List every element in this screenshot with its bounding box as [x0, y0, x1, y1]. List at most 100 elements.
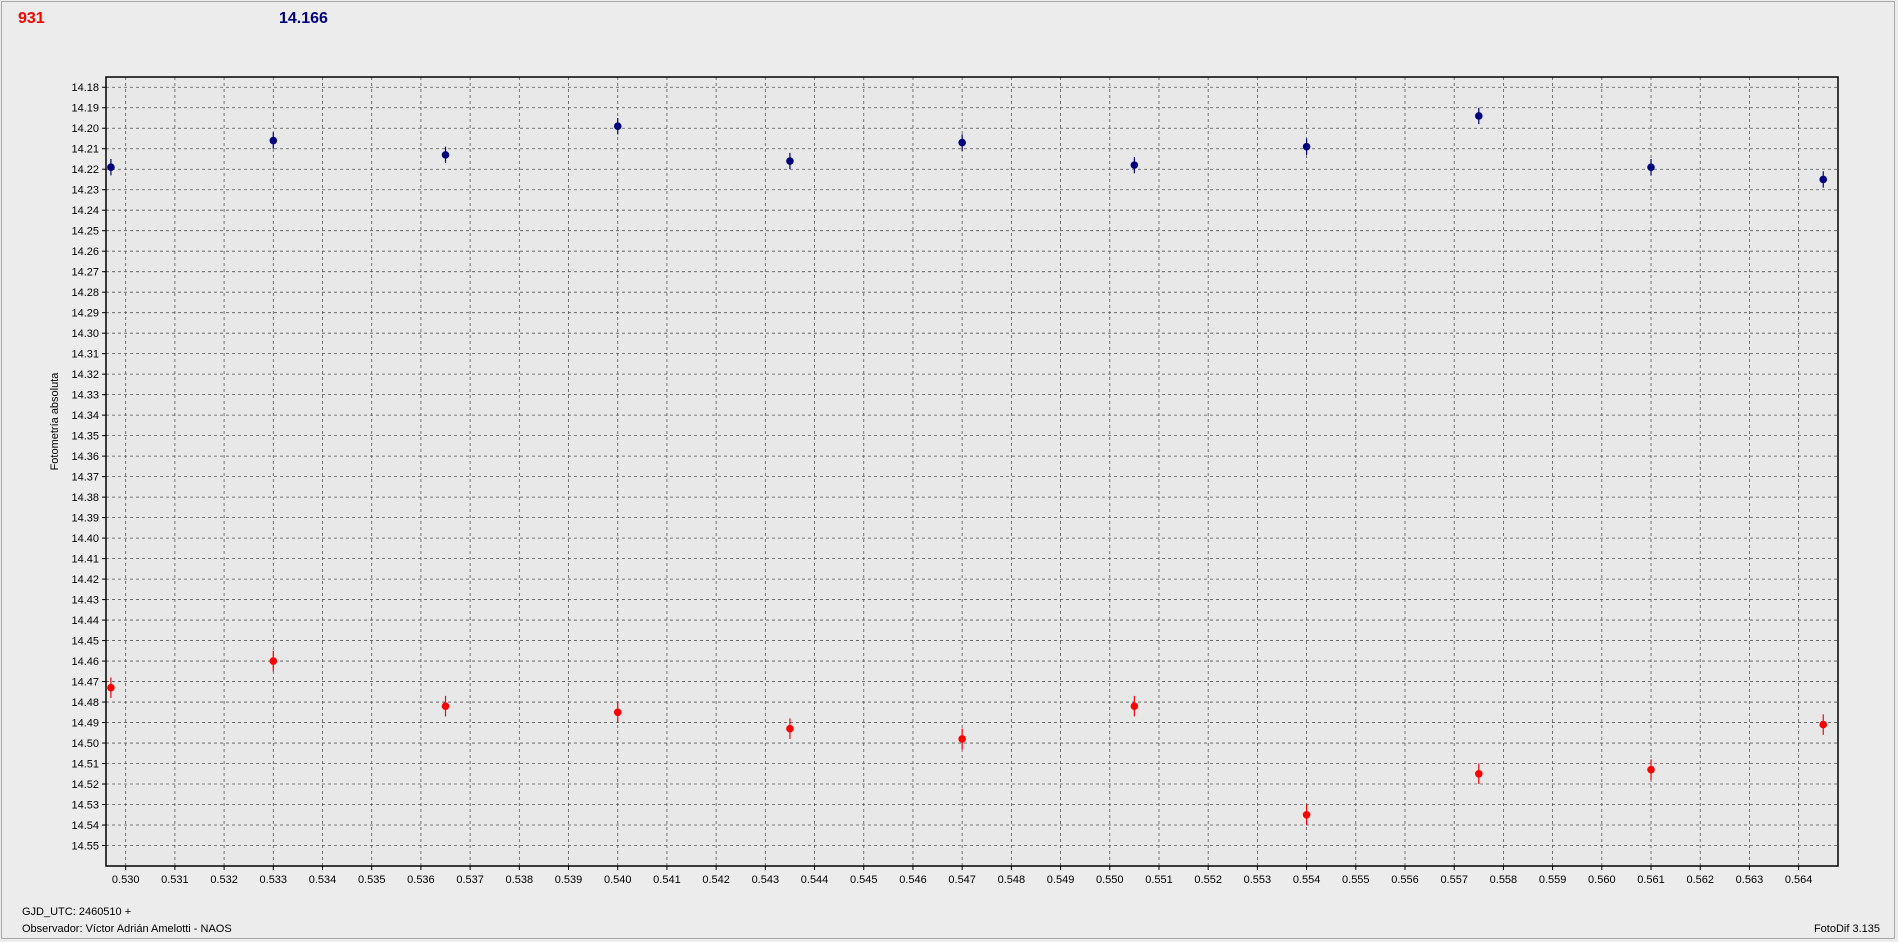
y-tick-label: 14.30 [71, 328, 99, 340]
y-tick-label: 14.36 [71, 451, 99, 463]
point-marker [786, 157, 794, 165]
y-tick-label: 14.49 [71, 718, 99, 730]
x-tick-label: 0.555 [1342, 874, 1370, 886]
point-marker [613, 708, 622, 717]
y-tick-label: 14.31 [71, 349, 99, 361]
photometry-chart: 14.18 14.19 14.20 14.21 14.22 14.23 14.24 14.25… [49, 76, 1839, 886]
y-tick-label: 14.54 [71, 820, 99, 832]
point-marker [613, 122, 622, 130]
y-tick-label: 14.24 [71, 205, 99, 217]
x-tick-label: 0.560 [1588, 874, 1616, 886]
x-tick-label: 0.531 [161, 874, 189, 886]
point-marker [1475, 112, 1483, 120]
point-marker [269, 136, 278, 145]
x-tick-label: 0.545 [850, 874, 878, 886]
point-marker [958, 138, 966, 147]
y-axis-ticks: 14.18 14.19 14.20 14.21 14.22 14.23 14.24 14.25… [71, 82, 106, 853]
point-marker [441, 151, 450, 159]
point-marker [269, 657, 278, 665]
y-tick-label: 14.23 [71, 185, 99, 197]
point-marker [1647, 765, 1655, 774]
point-marker [1475, 769, 1483, 778]
gjd-label: GJD_UTC: 2460510 + [22, 906, 132, 918]
y-tick-label: 14.42 [71, 574, 99, 586]
x-tick-label: 0.535 [358, 874, 386, 886]
y-tick-label: 14.46 [71, 656, 99, 668]
y-tick-label: 14.20 [71, 123, 99, 135]
y-tick-label: 14.53 [71, 800, 99, 812]
y-tick-label: 14.22 [71, 164, 99, 176]
y-tick-label: 14.34 [71, 410, 99, 422]
software-version-label: FotoDif 3.135 [1813, 923, 1880, 935]
y-tick-label: 14.21 [71, 144, 99, 156]
x-tick-label: 0.556 [1391, 874, 1419, 886]
y-tick-label: 14.35 [71, 431, 99, 443]
x-tick-label: 0.534 [309, 874, 337, 886]
x-tick-label: 0.563 [1736, 874, 1764, 886]
y-tick-label: 14.37 [71, 472, 99, 484]
y-tick-label: 14.33 [71, 390, 99, 402]
x-tick-label: 0.562 [1686, 874, 1714, 886]
x-tick-label: 0.547 [948, 874, 976, 886]
point-marker [1302, 142, 1311, 151]
x-tick-label: 0.533 [260, 874, 288, 886]
point-marker [1647, 163, 1655, 171]
x-tick-label: 0.536 [407, 874, 435, 886]
y-tick-label: 14.40 [71, 533, 99, 545]
y-tick-label: 14.27 [71, 267, 99, 279]
x-tick-label: 0.549 [1047, 874, 1075, 886]
point-marker [1130, 702, 1139, 710]
point-marker [1130, 161, 1139, 169]
y-tick-label: 14.45 [71, 636, 99, 648]
x-tick-label: 0.551 [1145, 874, 1173, 886]
point-marker [441, 702, 450, 710]
x-tick-label: 0.564 [1785, 874, 1813, 886]
y-axis-label: Fotometría absoluta [49, 372, 61, 471]
point-marker [958, 735, 966, 743]
y-tick-label: 14.28 [71, 287, 99, 299]
x-tick-label: 0.546 [899, 874, 927, 886]
x-tick-label: 0.543 [752, 874, 780, 886]
x-tick-label: 0.554 [1293, 874, 1321, 886]
x-tick-label: 0.541 [653, 874, 681, 886]
y-tick-label: 14.50 [71, 738, 99, 750]
y-tick-label: 14.48 [71, 697, 99, 709]
point-marker [107, 683, 115, 692]
point-marker [1819, 175, 1828, 184]
x-tick-label: 0.530 [112, 874, 140, 886]
plot-area [106, 77, 1838, 866]
x-tick-label: 0.540 [604, 874, 632, 886]
point-marker [107, 163, 115, 171]
y-tick-label: 14.43 [71, 595, 99, 607]
x-tick-label: 0.538 [506, 874, 534, 886]
y-tick-label: 14.38 [71, 492, 99, 504]
point-marker [1819, 720, 1828, 729]
x-tick-label: 0.553 [1244, 874, 1272, 886]
x-axis-ticks: 0.530 0.531 0.532 0.533 0.534 0.535 0.536 0.537… [112, 866, 1812, 886]
x-tick-label: 0.561 [1637, 874, 1665, 886]
observer-label: Observador: Víctor Adrián Amelotti - NAO… [22, 923, 232, 935]
y-tick-label: 14.19 [71, 103, 99, 115]
x-tick-label: 0.552 [1194, 874, 1222, 886]
y-tick-label: 14.18 [71, 82, 99, 94]
x-tick-label: 0.542 [702, 874, 730, 886]
x-tick-label: 0.548 [998, 874, 1026, 886]
x-tick-label: 0.557 [1440, 874, 1468, 886]
point-marker [1302, 810, 1311, 819]
x-tick-label: 0.539 [555, 874, 583, 886]
y-tick-label: 14.41 [71, 554, 99, 566]
x-tick-label: 0.550 [1096, 874, 1124, 886]
y-tick-label: 14.29 [71, 308, 99, 320]
x-tick-label: 0.558 [1490, 874, 1518, 886]
x-tick-label: 0.532 [210, 874, 238, 886]
x-tick-label: 0.537 [456, 874, 484, 886]
y-tick-label: 14.39 [71, 513, 99, 525]
point-marker [786, 724, 794, 733]
y-tick-label: 14.55 [71, 841, 99, 853]
y-tick-label: 14.32 [71, 369, 99, 381]
y-tick-label: 14.26 [71, 246, 99, 258]
y-tick-label: 14.25 [71, 226, 99, 238]
y-tick-label: 14.44 [71, 615, 99, 627]
y-tick-label: 14.52 [71, 779, 99, 791]
y-tick-label: 14.51 [71, 759, 99, 771]
